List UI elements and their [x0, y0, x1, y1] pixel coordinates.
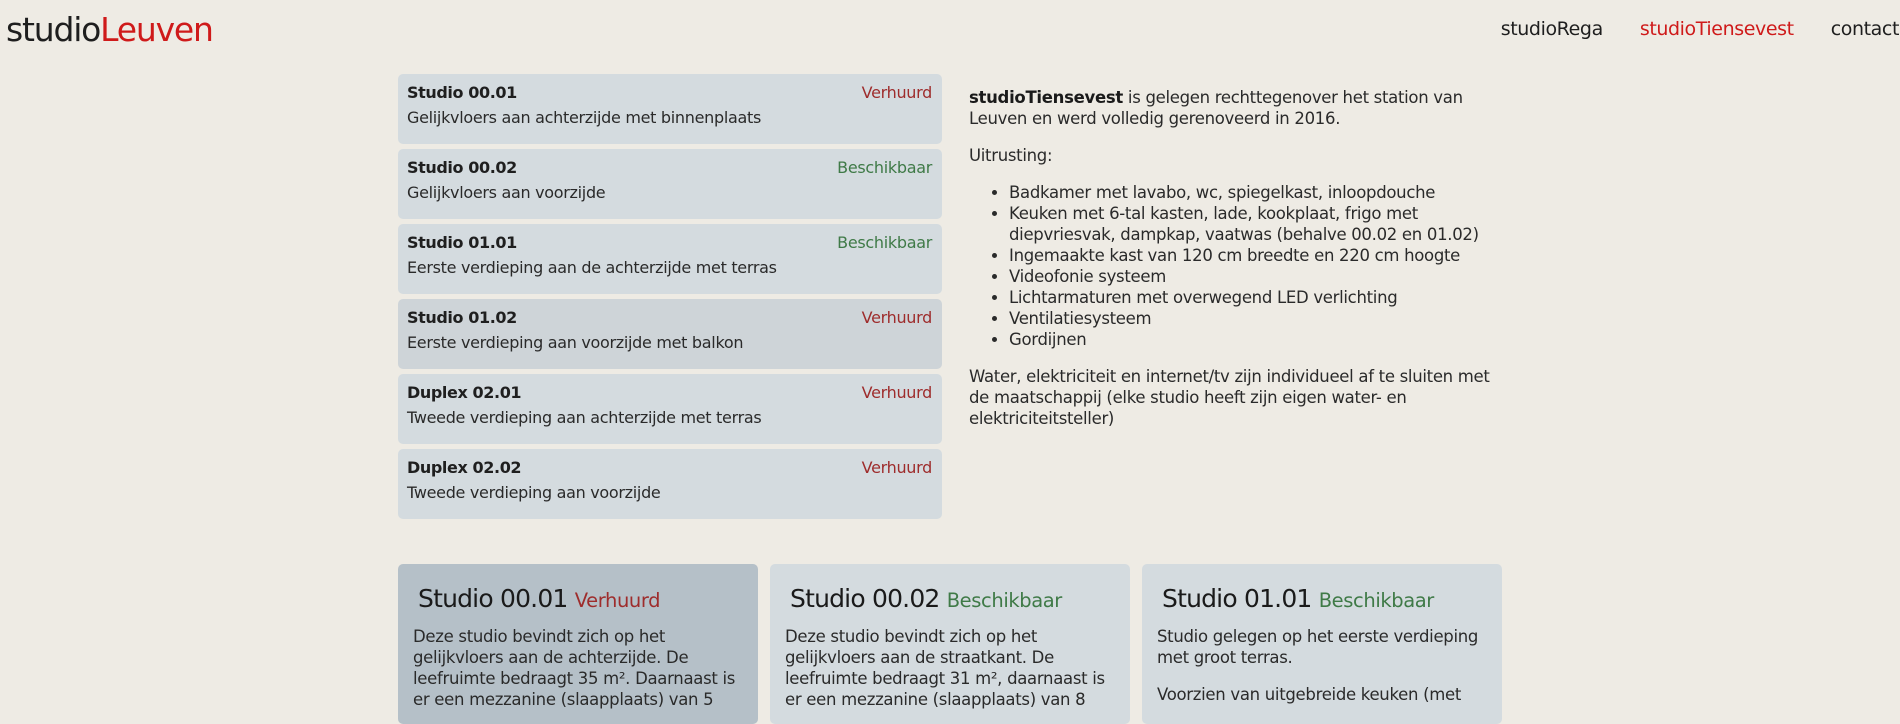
main-nav: studioRega studioTiensevest contact	[1501, 18, 1900, 40]
site-logo[interactable]: studioLeuven	[6, 10, 214, 49]
intro-paragraph: studioTiensevest is gelegen rechttegenov…	[969, 87, 1499, 129]
studio-list-item[interactable]: Duplex 02.01 Verhuurd Tweede verdieping …	[398, 374, 942, 444]
studio-status: Beschikbaar	[837, 158, 932, 177]
card-status: Beschikbaar	[1318, 589, 1435, 612]
card-title: Studio 00.01 Verhuurd	[418, 584, 661, 613]
studio-name: Studio 00.02	[407, 158, 517, 177]
equipment-item: Keuken met 6-tal kasten, lade, kookplaat…	[1009, 203, 1499, 245]
card-title-name: Studio 00.02	[790, 584, 940, 613]
card-status: Verhuurd	[574, 589, 661, 612]
studio-description: Gelijkvloers aan voorzijde	[407, 183, 606, 202]
card-status: Beschikbaar	[946, 589, 1063, 612]
studio-status: Verhuurd	[861, 83, 933, 102]
card-paragraph: Studio gelegen op het eerste verdieping …	[1157, 627, 1479, 667]
studio-cards: Studio 00.01 Verhuurd Deze studio bevind…	[398, 564, 1502, 724]
studio-list: Studio 00.01 Verhuurd Gelijkvloers aan a…	[398, 74, 942, 524]
card-title: Studio 01.01 Beschikbaar	[1162, 584, 1434, 613]
studio-status: Beschikbaar	[837, 233, 932, 252]
equipment-heading: Uitrusting:	[969, 146, 1053, 165]
studio-name: Studio 01.02	[407, 308, 517, 327]
building-name: studioTiensevest	[969, 88, 1123, 107]
studio-card[interactable]: Studio 00.02 Beschikbaar Deze studio bev…	[770, 564, 1130, 724]
card-paragraph: Deze studio bevindt zich op het gelijkvl…	[785, 627, 1105, 709]
equipment-item: Badkamer met lavabo, wc, spiegelkast, in…	[1009, 182, 1499, 203]
nav-link-contact[interactable]: contact	[1831, 18, 1900, 40]
studio-list-item[interactable]: Studio 01.02 Verhuurd Eerste verdieping …	[398, 299, 942, 369]
equipment-list: Badkamer met lavabo, wc, spiegelkast, in…	[969, 182, 1499, 350]
nav-link-studiotiensevest[interactable]: studioTiensevest	[1640, 18, 1794, 40]
studio-name: Studio 00.01	[407, 83, 517, 102]
equipment-item: Ventilatiesysteem	[1009, 308, 1499, 329]
studio-name: Duplex 02.02	[407, 458, 522, 477]
card-body: Studio gelegen op het eerste verdieping …	[1157, 626, 1492, 721]
studio-name: Studio 01.01	[407, 233, 517, 252]
studio-status: Verhuurd	[861, 383, 933, 402]
studio-description: Eerste verdieping aan de achterzijde met…	[407, 258, 777, 277]
card-body: Deze studio bevindt zich op het gelijkvl…	[785, 626, 1120, 724]
studio-list-item[interactable]: Duplex 02.02 Verhuurd Tweede verdieping …	[398, 449, 942, 519]
equipment-item: Gordijnen	[1009, 329, 1499, 350]
logo-part-studio: studio	[6, 10, 101, 49]
studio-description: Gelijkvloers aan achterzijde met binnenp…	[407, 108, 762, 127]
card-paragraph: Deze studio bevindt zich op het gelijkvl…	[413, 627, 736, 709]
nav-link-studiorega[interactable]: studioRega	[1501, 18, 1604, 40]
studio-list-item[interactable]: Studio 01.01 Beschikbaar Eerste verdiepi…	[398, 224, 942, 294]
equipment-item: Videofonie systeem	[1009, 266, 1499, 287]
card-body: Deze studio bevindt zich op het gelijkvl…	[413, 626, 748, 724]
logo-part-leuven: Leuven	[100, 10, 214, 49]
studio-list-item[interactable]: Studio 00.01 Verhuurd Gelijkvloers aan a…	[398, 74, 942, 144]
studio-card[interactable]: Studio 00.01 Verhuurd Deze studio bevind…	[398, 564, 758, 724]
studio-card[interactable]: Studio 01.01 Beschikbaar Studio gelegen …	[1142, 564, 1502, 724]
studio-description: Tweede verdieping aan voorzijde	[407, 483, 661, 502]
card-paragraph: Voorzien van uitgebreide keuken (met	[1157, 685, 1462, 704]
studio-status: Verhuurd	[861, 458, 933, 477]
studio-name: Duplex 02.01	[407, 383, 522, 402]
studio-description: Tweede verdieping aan achterzijde met te…	[407, 408, 762, 427]
equipment-item: Ingemaakte kast van 120 cm breedte en 22…	[1009, 245, 1499, 266]
utilities-paragraph: Water, elektriciteit en internet/tv zijn…	[969, 367, 1490, 428]
top-bar: studioLeuven studioRega studioTiensevest…	[0, 0, 1900, 62]
equipment-item: Lichtarmaturen met overwegend LED verlic…	[1009, 287, 1499, 308]
studio-description: Eerste verdieping aan voorzijde met balk…	[407, 333, 744, 352]
building-info: studioTiensevest is gelegen rechttegenov…	[969, 87, 1499, 445]
card-title-name: Studio 01.01	[1162, 584, 1312, 613]
studio-list-item[interactable]: Studio 00.02 Beschikbaar Gelijkvloers aa…	[398, 149, 942, 219]
card-title-name: Studio 00.01	[418, 584, 568, 613]
card-title: Studio 00.02 Beschikbaar	[790, 584, 1062, 613]
studio-status: Verhuurd	[861, 308, 933, 327]
